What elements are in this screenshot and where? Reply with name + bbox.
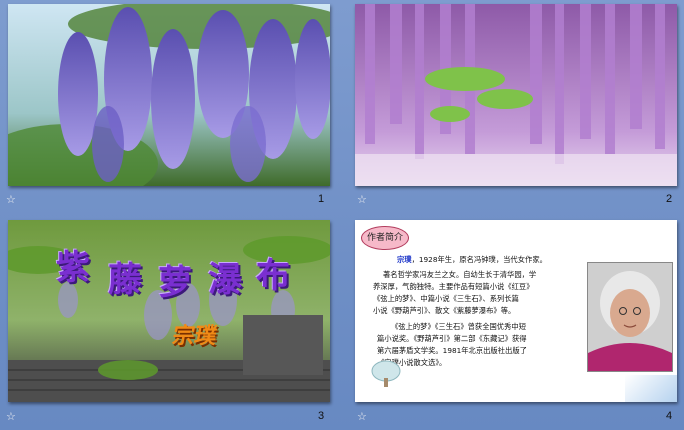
- wisteria-photo-1: [8, 4, 330, 186]
- slide-number: 4: [666, 410, 673, 422]
- title-char: 布: [256, 256, 290, 296]
- slide-thumbnail-3[interactable]: 紫 藤 萝 瀑 布 宗璞: [8, 220, 330, 402]
- slide-thumbnail-1[interactable]: [8, 4, 330, 186]
- sound-icon[interactable]: ☆: [6, 193, 16, 206]
- slide-number: 2: [666, 193, 673, 205]
- slide-thumbnail-2[interactable]: [355, 4, 677, 186]
- title-char: 萝: [158, 263, 192, 303]
- tree-icon: [371, 360, 401, 387]
- sound-icon[interactable]: ☆: [357, 193, 367, 206]
- slide-number: 1: [318, 193, 325, 205]
- corner-decoration: [625, 375, 677, 402]
- bio-line: 著名哲学家冯友兰之女。自幼生长于清华园，学: [383, 270, 537, 279]
- slide-number: 3: [318, 410, 325, 422]
- author-name: 宗璞: [170, 323, 219, 349]
- sound-icon[interactable]: ☆: [357, 410, 367, 423]
- title-char: 藤: [108, 260, 142, 300]
- wisteria-photo-2: [355, 4, 677, 186]
- title-char: 紫: [56, 248, 90, 288]
- bio-line: 小说《野葫芦引》、散文《紫藤萝瀑布》等。: [373, 306, 516, 315]
- bio-line: 第六届茅盾文学奖。1981年北京出版社出版了: [377, 346, 527, 355]
- sound-icon[interactable]: ☆: [6, 410, 16, 423]
- author-portrait: [587, 262, 673, 372]
- bio-line: 宗璞，1928年生，原名冯钟璞，当代女作家。: [397, 255, 547, 264]
- author-intro-badge: 作者简介: [361, 226, 409, 250]
- bio-line: 《弦上的梦》《三生石》曾获全国优秀中短: [391, 322, 526, 331]
- slide-thumbnail-4[interactable]: 作者简介 宗璞，1928年生，原名冯钟璞，当代女作家。 著名哲学家冯友兰之女。自…: [355, 220, 677, 402]
- author-name: 宗璞: [397, 255, 412, 264]
- bio-line: 《弦上的梦》、中篇小说《三生石》、系列长篇: [373, 294, 519, 303]
- bio-line: 养深厚，气韵独特。主要作品有短篇小说《红豆》: [373, 282, 534, 291]
- bio-line: 篇小说奖。《野葫芦引》第二部《东藏记》获得: [377, 334, 527, 343]
- title-char: 瀑: [208, 260, 242, 300]
